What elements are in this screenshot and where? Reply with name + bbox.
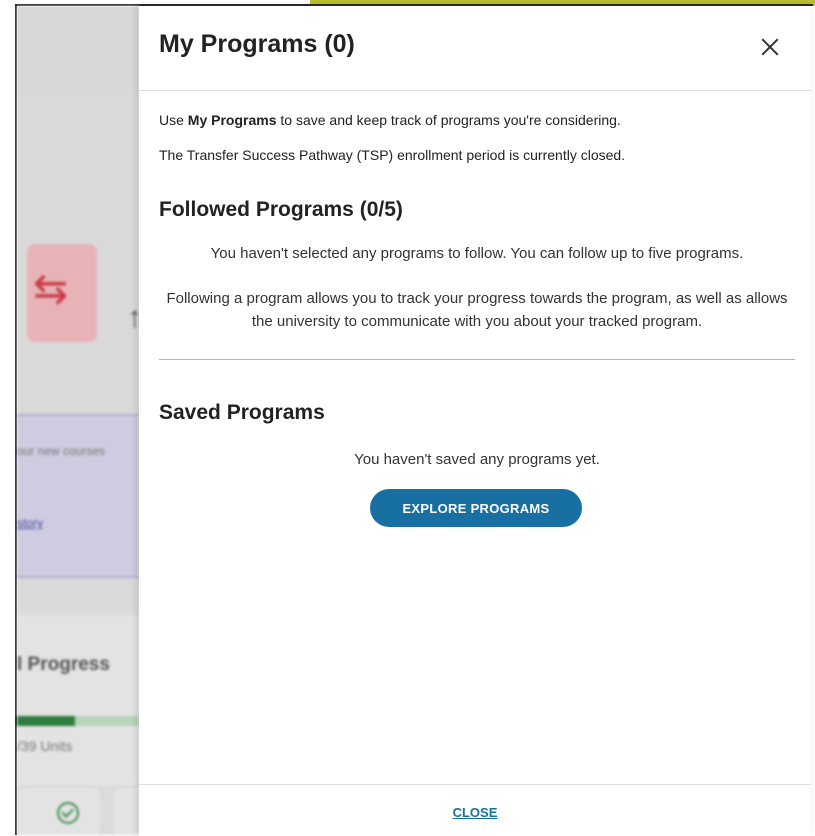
drawer-title: My Programs (0) [159, 30, 355, 58]
background-progress-fill [17, 716, 75, 726]
background-header [17, 6, 139, 90]
my-programs-drawer: My Programs (0) Use My Programs to save … [139, 6, 811, 836]
drawer-header: My Programs (0) [139, 6, 811, 91]
followed-empty-text: You haven't selected any programs to fol… [210, 245, 744, 262]
background-notice-text: our new courses [17, 444, 106, 458]
background-notice-link: story [17, 516, 44, 530]
background-notice-card: our new courses story [17, 414, 139, 578]
intro-bold: My Programs [187, 112, 277, 128]
followed-info-text: Following a program allows you to track … [166, 290, 788, 330]
drawer-footer: CLOSE [139, 784, 811, 836]
transfer-arrows-icon: ⇆ [33, 265, 69, 312]
check-circle-icon [57, 802, 79, 824]
background-progress-card: l Progress /39 Units [17, 616, 139, 786]
saved-empty-text: You haven't saved any programs yet. [354, 451, 600, 468]
intro-text: Use My Programs to save and keep track o… [159, 112, 621, 128]
background-page: ⇆ ↑ our new courses story l Progress /39… [17, 6, 139, 835]
background-progress-bar [17, 716, 139, 726]
intro-prefix: Use [159, 112, 188, 128]
background-chip [112, 786, 139, 835]
background-progress-title: l Progress [17, 654, 110, 675]
enrollment-notice: The Transfer Success Pathway (TSP) enrol… [159, 147, 626, 163]
followed-programs-title: Followed Programs (0/5) [159, 198, 403, 221]
up-arrow-icon: ↑ [127, 301, 139, 334]
background-units-text: /39 Units [17, 738, 73, 754]
close-icon[interactable] [757, 34, 783, 60]
explore-programs-button[interactable]: EXPLORE PROGRAMS [370, 489, 582, 527]
intro-suffix: to save and keep track of programs you'r… [276, 112, 621, 128]
saved-programs-title: Saved Programs [159, 401, 325, 424]
close-button[interactable]: CLOSE [139, 805, 811, 820]
section-divider [159, 359, 795, 360]
